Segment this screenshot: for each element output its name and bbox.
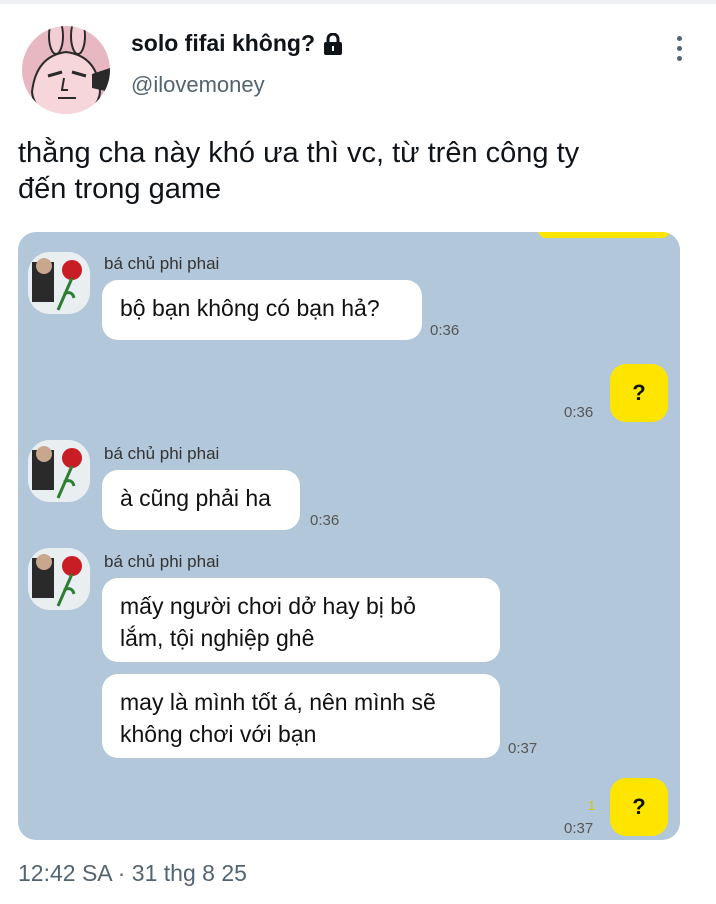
my-message-bubble[interactable]: ?: [610, 778, 668, 836]
lock-icon: [324, 32, 342, 55]
more-options-icon[interactable]: [668, 36, 690, 66]
tweet-timestamp[interactable]: 12:42 SA · 31 thg 8 25: [18, 860, 247, 887]
my-message-bubble[interactable]: ?: [610, 364, 668, 422]
sender-avatar: [28, 440, 90, 502]
message-bubble[interactable]: à cũng phải ha: [102, 470, 300, 530]
author-handle[interactable]: @ilovemoney: [131, 72, 265, 98]
tweet-image-chat-screenshot[interactable]: bá chủ phi phai bộ bạn không có bạn hả? …: [18, 232, 680, 840]
message-time: 0:37: [564, 820, 594, 837]
sender-name: bá chủ phi phai: [104, 552, 220, 571]
message-bubble[interactable]: may là mình tốt á, nên mình sẽ không chơ…: [102, 674, 500, 758]
user-avatar[interactable]: [18, 22, 114, 114]
cropped-bubble: [538, 232, 670, 238]
top-divider: [0, 0, 716, 4]
tweet-text: thằng cha này khó ưa thì vc, từ trên côn…: [18, 137, 580, 205]
message-time: 0:36: [564, 404, 594, 421]
message-bubble[interactable]: mấy người chơi dở hay bị bỏ lắm, tội ngh…: [102, 578, 500, 662]
author-name[interactable]: solo fifai không?: [131, 30, 343, 57]
sender-name: bá chủ phi phai: [104, 444, 220, 463]
unread-count: 1: [588, 798, 596, 813]
message-time: 0:36: [430, 322, 460, 339]
message-bubble[interactable]: bộ bạn không có bạn hả?: [102, 280, 422, 340]
sender-name: bá chủ phi phai: [104, 254, 220, 273]
message-time: 0:36: [310, 512, 340, 529]
sender-avatar: [28, 548, 90, 610]
message-time: 0:37: [508, 740, 538, 757]
sender-avatar: [28, 252, 90, 314]
